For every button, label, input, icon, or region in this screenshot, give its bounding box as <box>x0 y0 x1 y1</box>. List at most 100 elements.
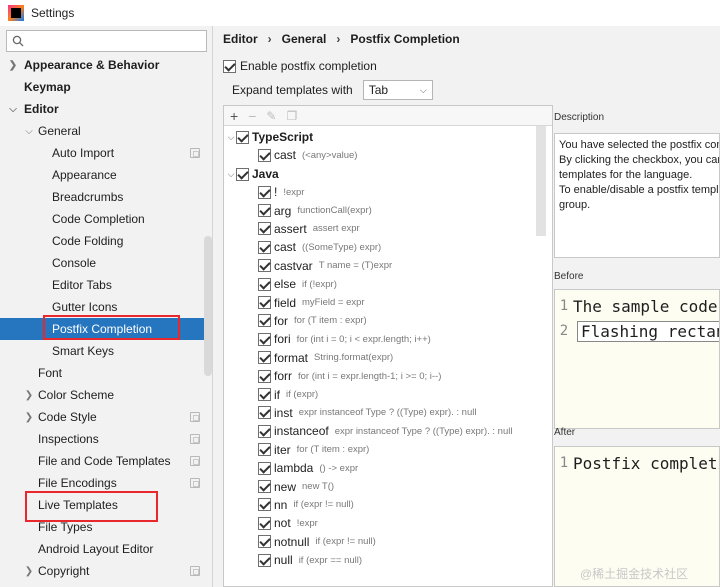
template-checkbox[interactable] <box>258 498 271 512</box>
template-checkbox[interactable] <box>258 553 271 567</box>
template-row[interactable]: iter for (T item : expr) <box>258 441 369 459</box>
template-checkbox[interactable] <box>258 148 271 162</box>
sidebar-item-auto-import[interactable]: Auto Import <box>0 142 212 164</box>
sidebar-item-gutter-icons[interactable]: Gutter Icons <box>0 296 212 318</box>
sidebar-item-android-layout-editor[interactable]: Android Layout Editor <box>0 538 212 560</box>
chevron-right-icon[interactable]: ❯ <box>24 566 34 577</box>
template-row[interactable]: not !expr <box>258 514 318 532</box>
template-row[interactable]: format String.format(expr) <box>258 349 393 367</box>
template-checkbox[interactable] <box>258 351 271 365</box>
template-checkbox[interactable] <box>258 332 271 346</box>
sidebar-item-font[interactable]: Font <box>0 362 212 384</box>
breadcrumb-general[interactable]: General <box>282 32 327 46</box>
add-icon[interactable]: + <box>230 108 238 124</box>
template-group-typescript[interactable]: ⌵ TypeScript <box>226 128 314 146</box>
enable-postfix-checkbox[interactable] <box>223 59 236 73</box>
template-desc: expr instanceof Type ? ((Type) expr). : … <box>298 407 477 419</box>
templates-scrollbar[interactable] <box>536 126 546 236</box>
edit-icon[interactable]: ✎ <box>266 109 276 123</box>
template-checkbox[interactable] <box>258 369 271 383</box>
sidebar-item-editor-tabs[interactable]: Editor Tabs <box>0 274 212 296</box>
remove-icon[interactable]: − <box>248 108 256 124</box>
template-checkbox[interactable] <box>258 222 271 236</box>
settings-search[interactable] <box>6 30 207 52</box>
sidebar-item-color-scheme[interactable]: ❯ Color Scheme <box>0 384 212 406</box>
sidebar-item-editor[interactable]: ⌵ Editor <box>0 98 212 120</box>
template-group-java[interactable]: ⌵ Java <box>226 165 279 183</box>
expand-key-select[interactable]: Tab ⌵ <box>362 80 433 100</box>
sidebar-item-label: Editor <box>24 102 59 116</box>
template-checkbox[interactable] <box>236 130 249 144</box>
project-settings-icon <box>190 148 200 158</box>
enable-postfix-option[interactable]: Enable postfix completion <box>223 59 377 73</box>
sidebar-item-breadcrumbs[interactable]: Breadcrumbs <box>0 186 212 208</box>
sidebar-item-code-completion[interactable]: Code Completion <box>0 208 212 230</box>
template-checkbox[interactable] <box>258 240 271 254</box>
sidebar-scrollbar[interactable] <box>204 236 212 376</box>
sidebar-item-inspections[interactable]: Inspections <box>0 428 212 450</box>
template-row[interactable]: ! !expr <box>258 183 304 201</box>
template-row[interactable]: cast (<any>value) <box>258 146 357 164</box>
breadcrumb-editor[interactable]: Editor <box>223 32 258 46</box>
template-desc: () -> expr <box>319 462 359 474</box>
sidebar-item-smart-keys[interactable]: Smart Keys <box>0 340 212 362</box>
template-row[interactable]: inst expr instanceof Type ? ((Type) expr… <box>258 404 476 422</box>
chevron-down-icon[interactable]: ⌵ <box>226 169 236 180</box>
template-row[interactable]: null if (expr == null) <box>258 551 362 569</box>
sidebar-item-file-types[interactable]: File Types <box>0 516 212 538</box>
template-row[interactable]: nn if (expr != null) <box>258 496 354 514</box>
chevron-down-icon[interactable]: ⌵ <box>24 126 34 137</box>
search-input[interactable] <box>28 34 198 48</box>
template-row[interactable]: arg functionCall(expr) <box>258 201 372 219</box>
sidebar-item-file-code-templates[interactable]: File and Code Templates <box>0 450 212 472</box>
template-row[interactable]: for for (T item : expr) <box>258 312 367 330</box>
chevron-down-icon[interactable]: ⌵ <box>8 104 18 115</box>
chevron-right-icon[interactable]: ❯ <box>24 390 34 401</box>
template-checkbox[interactable] <box>236 167 249 181</box>
sidebar-item-code-folding[interactable]: Code Folding <box>0 230 212 252</box>
template-checkbox[interactable] <box>258 388 271 402</box>
sidebar-item-copyright[interactable]: ❯ Copyright <box>0 560 212 582</box>
sidebar-item-appearance-behavior[interactable]: ❯ Appearance & Behavior <box>0 54 212 76</box>
copy-icon[interactable]: ❐ <box>286 109 297 123</box>
template-row[interactable]: field myField = expr <box>258 293 365 311</box>
template-row[interactable]: forr for (int i = expr.length-1; i >= 0;… <box>258 367 441 385</box>
template-row[interactable]: fori for (int i = 0; i < expr.length; i+… <box>258 330 431 348</box>
sidebar-item-console[interactable]: Console <box>0 252 212 274</box>
template-checkbox[interactable] <box>258 204 271 218</box>
chevron-right-icon[interactable]: ❯ <box>8 60 18 71</box>
template-checkbox[interactable] <box>258 185 271 199</box>
sidebar-item-code-style[interactable]: ❯ Code Style <box>0 406 212 428</box>
enable-postfix-label[interactable]: Enable postfix completion <box>240 59 377 73</box>
template-row[interactable]: lambda () -> expr <box>258 459 358 477</box>
sidebar-item-file-encodings[interactable]: File Encodings <box>0 472 212 494</box>
sidebar-item-label: Keymap <box>24 80 71 94</box>
sidebar-item-label: Editor Tabs <box>52 278 112 292</box>
template-row[interactable]: if if (expr) <box>258 385 318 403</box>
template-row[interactable]: else if (!expr) <box>258 275 337 293</box>
template-row[interactable]: notnull if (expr != null) <box>258 533 376 551</box>
template-row[interactable]: castvar T name = (T)expr <box>258 257 392 275</box>
template-checkbox[interactable] <box>258 259 271 273</box>
chevron-down-icon[interactable]: ⌵ <box>226 132 236 143</box>
template-row[interactable]: instanceof expr instanceof Type ? ((Type… <box>258 422 512 440</box>
template-row[interactable]: assert assert expr <box>258 220 360 238</box>
template-checkbox[interactable] <box>258 443 271 457</box>
sidebar-item-postfix-completion[interactable]: Postfix Completion <box>0 318 212 340</box>
template-checkbox[interactable] <box>258 296 271 310</box>
template-checkbox[interactable] <box>258 461 271 475</box>
sidebar-item-live-templates[interactable]: Live Templates <box>0 494 212 516</box>
template-checkbox[interactable] <box>258 314 271 328</box>
template-row[interactable]: new new T() <box>258 477 334 495</box>
template-checkbox[interactable] <box>258 424 271 438</box>
sidebar-item-keymap[interactable]: Keymap <box>0 76 212 98</box>
sidebar-item-appearance[interactable]: Appearance <box>0 164 212 186</box>
template-row[interactable]: cast ((SomeType) expr) <box>258 238 381 256</box>
template-checkbox[interactable] <box>258 535 271 549</box>
template-checkbox[interactable] <box>258 480 271 494</box>
sidebar-item-general[interactable]: ⌵ General <box>0 120 212 142</box>
template-checkbox[interactable] <box>258 406 271 420</box>
template-checkbox[interactable] <box>258 277 271 291</box>
chevron-right-icon[interactable]: ❯ <box>24 412 34 423</box>
template-checkbox[interactable] <box>258 516 271 530</box>
